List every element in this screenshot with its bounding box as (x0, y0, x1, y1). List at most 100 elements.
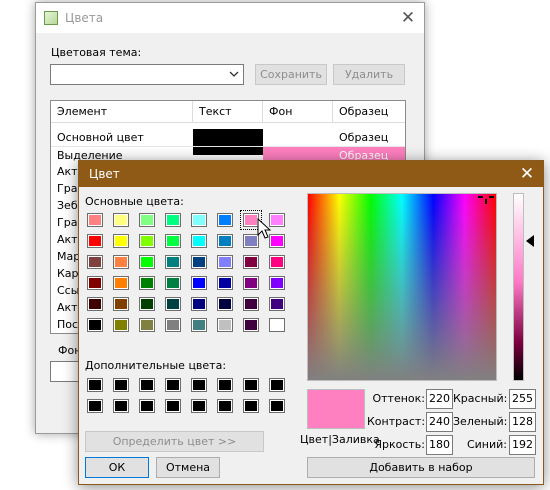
text-color-cell[interactable] (193, 147, 263, 155)
color-swatch[interactable] (113, 378, 129, 392)
color-swatch[interactable] (243, 378, 259, 392)
color-swatch[interactable] (87, 255, 103, 269)
color-swatch[interactable] (269, 276, 285, 290)
color-swatch[interactable] (217, 318, 233, 332)
color-swatch[interactable] (243, 318, 259, 332)
color-spectrum[interactable] (307, 193, 497, 381)
color-swatch[interactable] (139, 297, 155, 311)
table-row[interactable]: Основной цвет Образец (51, 129, 405, 146)
ok-button[interactable]: ОК (85, 457, 149, 478)
luminosity-field[interactable]: 180 (426, 435, 453, 455)
slider-arrow-icon[interactable] (526, 235, 534, 247)
green-field[interactable]: 128 (509, 412, 536, 432)
color-swatch[interactable] (243, 276, 259, 290)
blue-label: Синий: (466, 438, 507, 451)
color-swatch[interactable] (269, 255, 285, 269)
column-header-background[interactable]: Фон (263, 101, 333, 123)
color-swatch[interactable] (191, 399, 207, 413)
define-custom-colors-button[interactable]: Определить цвет >> (85, 431, 264, 452)
color-swatch[interactable] (165, 318, 181, 332)
close-icon[interactable]: ✕ (396, 7, 420, 29)
color-swatch[interactable] (87, 399, 103, 413)
close-icon[interactable]: ✕ (515, 163, 539, 185)
sample-cell: Образец (339, 131, 389, 144)
color-swatch[interactable] (113, 399, 129, 413)
title-bar[interactable]: Цвета ✕ (36, 3, 424, 33)
window-title: Цвета (65, 11, 104, 25)
color-swatch[interactable] (243, 399, 259, 413)
color-swatch[interactable] (191, 255, 207, 269)
color-swatch[interactable] (113, 318, 129, 332)
color-swatch[interactable] (217, 399, 233, 413)
color-swatch[interactable] (139, 378, 155, 392)
red-label: Красный: (453, 392, 508, 405)
color-swatch[interactable] (191, 213, 207, 227)
color-swatch[interactable] (217, 297, 233, 311)
color-swatch[interactable] (113, 234, 129, 248)
color-swatch[interactable] (191, 297, 207, 311)
text-color-cell[interactable] (193, 129, 263, 146)
color-swatch[interactable] (165, 255, 181, 269)
basic-colors-label: Основные цвета: (85, 195, 184, 208)
saturation-field[interactable]: 240 (426, 412, 453, 432)
color-swatch[interactable] (139, 399, 155, 413)
delete-theme-button[interactable]: Удалить (333, 64, 405, 85)
mouse-pointer-icon (257, 218, 272, 239)
color-swatch[interactable] (139, 255, 155, 269)
color-dialog: Цвет ✕ Основные цвета: Дополнительные цв… (78, 160, 544, 485)
column-header-sample[interactable]: Образец (333, 101, 405, 123)
green-label: Зеленый: (453, 415, 508, 428)
color-swatch[interactable] (113, 276, 129, 290)
color-swatch[interactable] (217, 276, 233, 290)
color-swatch[interactable] (87, 234, 103, 248)
color-swatch[interactable] (165, 378, 181, 392)
cancel-button[interactable]: Отмена (156, 457, 220, 478)
color-swatch[interactable] (113, 213, 129, 227)
color-swatch[interactable] (217, 213, 233, 227)
color-swatch[interactable] (243, 297, 259, 311)
color-swatch[interactable] (269, 378, 285, 392)
color-swatch[interactable] (191, 234, 207, 248)
color-swatch[interactable] (87, 297, 103, 311)
color-swatch[interactable] (269, 399, 285, 413)
column-header-element[interactable]: Элемент (51, 101, 193, 123)
crosshair-icon (478, 196, 494, 204)
color-swatch[interactable] (113, 255, 129, 269)
color-swatch[interactable] (217, 234, 233, 248)
color-swatch[interactable] (165, 234, 181, 248)
app-icon (44, 11, 58, 25)
color-swatch[interactable] (113, 297, 129, 311)
color-swatch[interactable] (269, 318, 285, 332)
color-swatch[interactable] (87, 276, 103, 290)
column-header-text[interactable]: Текст (193, 101, 263, 123)
red-field[interactable]: 255 (509, 389, 536, 409)
save-theme-button[interactable]: Сохранить (255, 64, 327, 85)
color-swatch[interactable] (243, 255, 259, 269)
chevron-down-icon[interactable] (229, 68, 239, 83)
hue-field[interactable]: 220 (426, 389, 453, 409)
color-swatch[interactable] (87, 213, 103, 227)
background-color-cell[interactable] (263, 129, 333, 146)
theme-combobox[interactable] (50, 64, 244, 85)
color-swatch[interactable] (165, 399, 181, 413)
color-swatch[interactable] (191, 318, 207, 332)
color-swatch[interactable] (87, 378, 103, 392)
color-swatch[interactable] (191, 276, 207, 290)
color-swatch[interactable] (139, 213, 155, 227)
add-to-custom-colors-button[interactable]: Добавить в набор (307, 457, 535, 478)
blue-field[interactable]: 192 (509, 435, 536, 455)
color-swatch[interactable] (165, 297, 181, 311)
color-swatch[interactable] (87, 318, 103, 332)
color-swatch[interactable] (217, 255, 233, 269)
color-swatch[interactable] (217, 378, 233, 392)
color-swatch[interactable] (139, 276, 155, 290)
color-preview (307, 389, 365, 429)
title-bar[interactable]: Цвет ✕ (79, 161, 543, 187)
color-swatch[interactable] (139, 318, 155, 332)
luminosity-slider[interactable] (513, 193, 524, 381)
color-swatch[interactable] (139, 234, 155, 248)
color-swatch[interactable] (191, 378, 207, 392)
color-swatch[interactable] (165, 213, 181, 227)
color-swatch[interactable] (269, 297, 285, 311)
color-swatch[interactable] (165, 276, 181, 290)
